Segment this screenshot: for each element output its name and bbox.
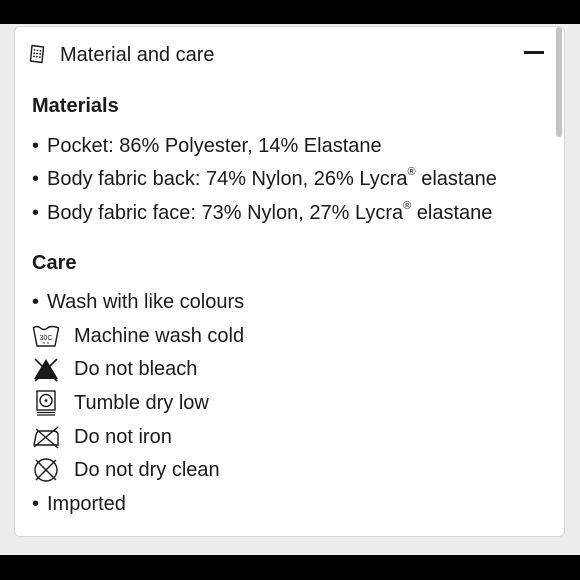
- material-item-text: Pocket: 86% Polyester, 14% Elastane: [47, 135, 382, 157]
- care-item: • Wash with like colours: [32, 288, 244, 316]
- collapse-button[interactable]: [524, 51, 544, 55]
- top-bar: [0, 0, 580, 24]
- accordion-header[interactable]: Material and care: [15, 27, 564, 83]
- page-background: Material and care Materials • Pocket: 86%…: [0, 24, 580, 555]
- material-item-suffix: elastane: [415, 168, 497, 190]
- do-not-iron-icon: [33, 426, 59, 449]
- care-item: • Imported: [32, 490, 126, 518]
- scrollbar[interactable]: [556, 27, 562, 137]
- minus-icon: [524, 51, 544, 54]
- care-item-text: Wash with like colours: [47, 291, 245, 313]
- wash-temp-label: 30C: [40, 335, 53, 342]
- material-care-accordion: Material and care Materials • Pocket: 86%…: [14, 26, 565, 537]
- material-item: • Pocket: 86% Polyester, 14% Elastane: [32, 132, 382, 160]
- wash-30c-icon: 30C: [32, 325, 60, 347]
- registered-mark: ®: [403, 200, 412, 213]
- bullet: •: [32, 168, 40, 190]
- care-item-text: Do not iron: [74, 426, 172, 448]
- care-item-text: Imported: [47, 493, 126, 515]
- material-item: • Body fabric back: 74% Nylon, 26% Lycra®…: [32, 165, 497, 193]
- registered-mark: ®: [407, 166, 416, 179]
- do-not-bleach-icon: [34, 358, 58, 382]
- care-item-text: Tumble dry low: [74, 392, 209, 414]
- material-item-suffix: elastane: [411, 202, 493, 224]
- care-item-text: Machine wash cold: [74, 325, 245, 347]
- material-item-text: Body fabric back: 74% Nylon, 26% Lycra: [47, 168, 408, 190]
- care-item-text: Do not dry clean: [74, 459, 220, 481]
- care-item-text: Do not bleach: [74, 358, 198, 380]
- tumble-dry-low-icon: [36, 390, 56, 416]
- materials-heading: Materials: [32, 95, 119, 117]
- bullet: •: [32, 135, 40, 157]
- bullet: •: [32, 291, 40, 313]
- material-item: • Body fabric face: 73% Nylon, 27% Lycra®…: [32, 199, 492, 227]
- do-not-dry-clean-icon: [34, 458, 58, 482]
- material-item-text: Body fabric face: 73% Nylon, 27% Lycra: [47, 202, 404, 224]
- bottom-bar: [0, 555, 580, 580]
- accordion-title: Material and care: [60, 44, 215, 66]
- care-heading: Care: [32, 252, 77, 274]
- fabric-tag-icon: [29, 44, 45, 64]
- bullet: •: [32, 202, 40, 224]
- bullet: •: [32, 493, 40, 515]
